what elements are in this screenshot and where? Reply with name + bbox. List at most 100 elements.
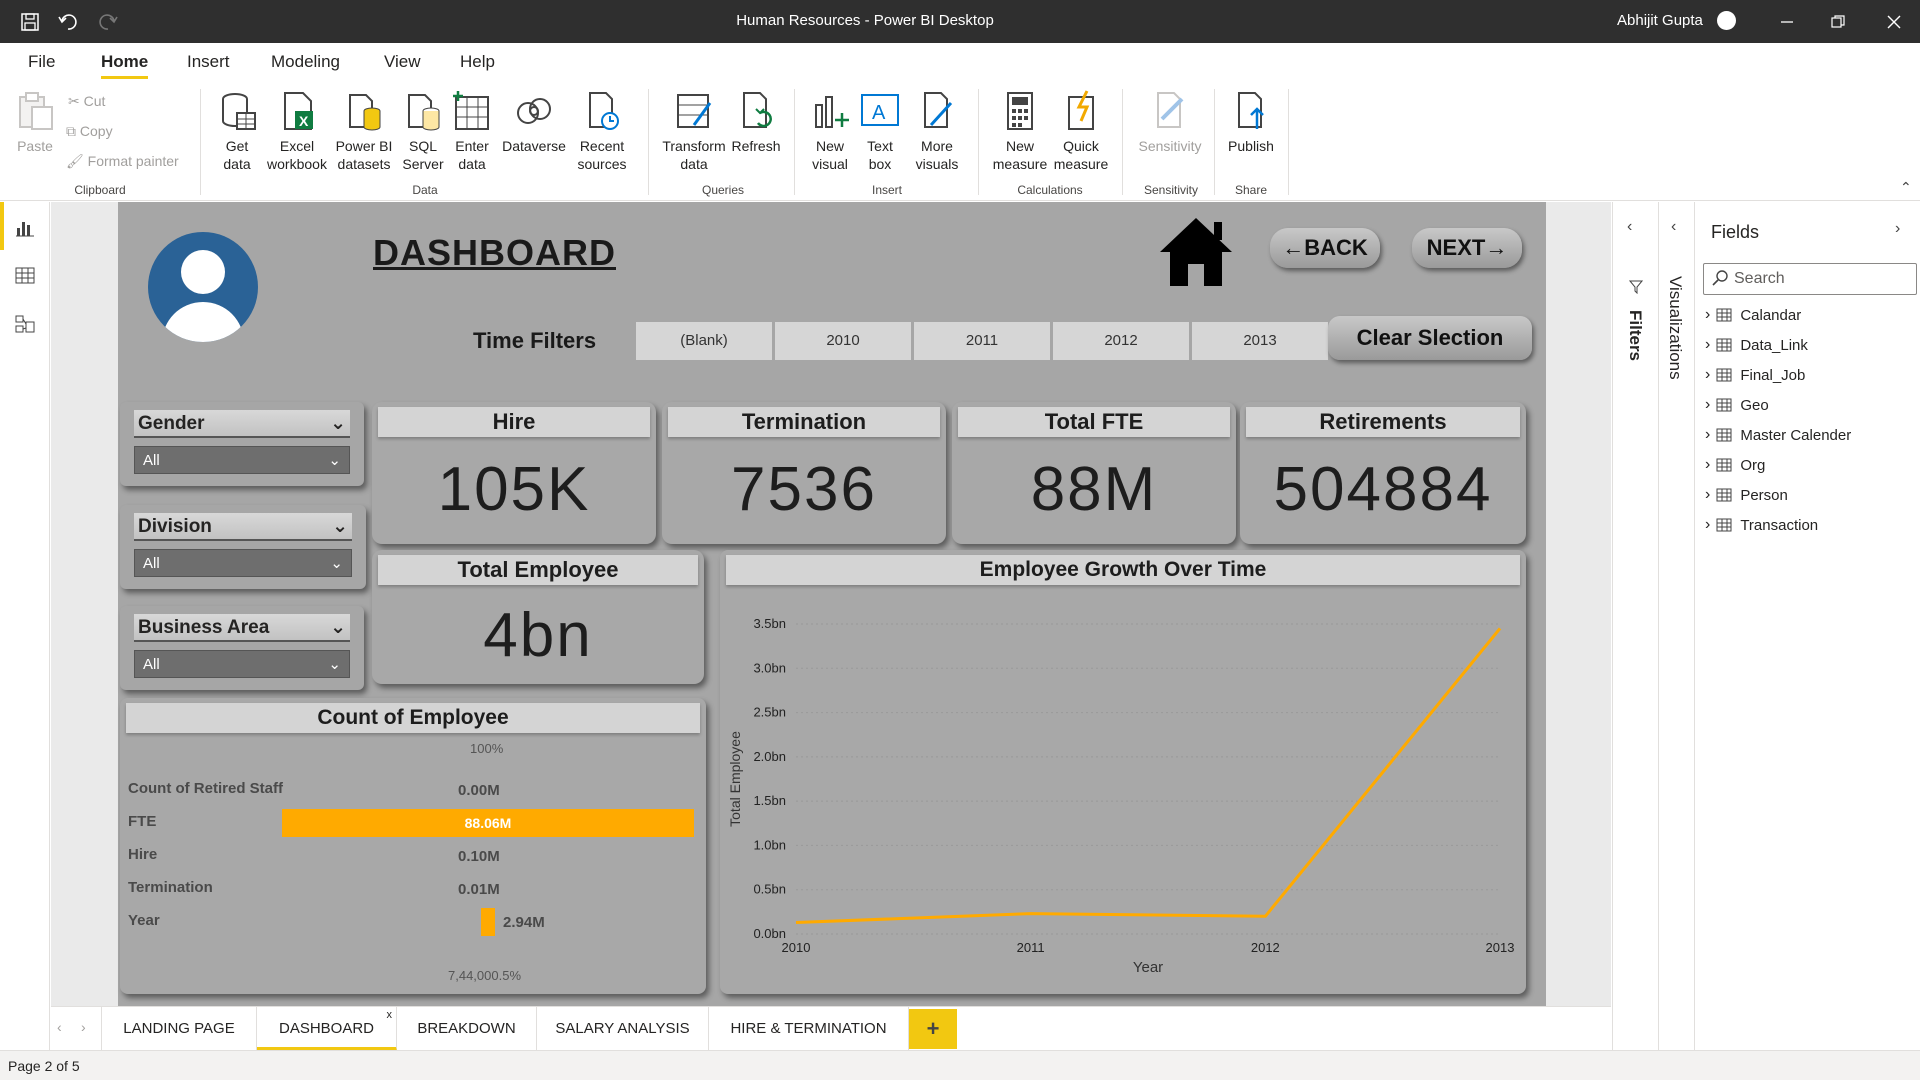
field-table-label: Org <box>1740 456 1766 474</box>
business-area-slicer-header[interactable]: Business Area ⌄ <box>134 614 350 642</box>
field-table-item[interactable]: › Final_Job <box>1705 366 1805 384</box>
dataverse-button[interactable]: Dataverse <box>497 89 571 155</box>
field-table-item[interactable]: › Person <box>1705 486 1788 504</box>
sql-server-button[interactable]: SQL Server <box>398 89 448 173</box>
menu-help[interactable]: Help <box>460 52 495 72</box>
close-icon[interactable] <box>1882 10 1906 34</box>
minimize-icon[interactable] <box>1775 10 1799 34</box>
time-filter-2010[interactable]: 2010 <box>775 322 911 360</box>
home-icon[interactable] <box>1158 216 1234 293</box>
publish-button[interactable]: Publish <box>1222 89 1280 155</box>
field-table-item[interactable]: › Data_Link <box>1705 336 1808 354</box>
field-table-item[interactable]: › Calandar <box>1705 306 1801 324</box>
y-tick-label: 0.5bn <box>753 882 786 897</box>
tab-scroll-left-icon[interactable]: ‹ <box>57 1019 62 1035</box>
user-name[interactable]: Abhijit Gupta <box>1617 12 1703 29</box>
quick-measure-button[interactable]: Quick measure <box>1050 89 1112 173</box>
model-view-icon[interactable] <box>15 314 35 339</box>
business-area-dropdown[interactable]: All ⌄ <box>134 650 350 678</box>
bar-mark[interactable] <box>481 908 495 936</box>
menu-insert[interactable]: Insert <box>187 52 230 72</box>
collapse-visualizations-icon[interactable]: ‹ <box>1671 218 1676 236</box>
visualizations-pane-title[interactable]: Visualizations <box>1665 276 1685 380</box>
more-visuals-button[interactable]: More visuals <box>904 89 970 173</box>
chevron-right-icon[interactable]: › <box>1705 336 1710 354</box>
page-indicator: Page 2 of 5 <box>8 1058 80 1074</box>
new-visual-icon <box>815 96 849 128</box>
time-filter-2012[interactable]: 2012 <box>1053 322 1189 360</box>
division-slicer-header[interactable]: Division ⌄ <box>134 513 352 541</box>
division-dropdown[interactable]: All ⌄ <box>134 549 352 577</box>
text-box-button[interactable]: A Text box <box>856 89 904 173</box>
transform-data-button[interactable]: Transform data <box>658 89 730 173</box>
group-calculations-label: Calculations <box>1017 183 1083 197</box>
powerbi-datasets-button[interactable]: Power BI datasets <box>331 89 397 173</box>
publish-label: Publish <box>1228 138 1274 154</box>
collapse-ribbon-icon[interactable]: ⌃ <box>1900 179 1912 196</box>
menu-view[interactable]: View <box>384 52 421 72</box>
tab-close-icon[interactable]: x <box>387 993 393 1037</box>
tab-landing-page[interactable]: LANDING PAGE <box>101 1007 257 1051</box>
back-button[interactable]: ←BACK <box>1270 228 1380 268</box>
status-bar: Page 2 of 5 <box>0 1050 1920 1080</box>
add-page-button[interactable]: + <box>909 1009 957 1049</box>
menu-modeling[interactable]: Modeling <box>271 52 340 72</box>
tab-hire-termination[interactable]: HIRE & TERMINATION <box>709 1007 909 1051</box>
new-measure-button[interactable]: New measure <box>990 89 1050 173</box>
chevron-right-icon[interactable]: › <box>1705 396 1710 414</box>
field-table-item[interactable]: › Master Calender <box>1705 426 1851 444</box>
excel-workbook-button[interactable]: X Excel workbook <box>262 89 332 173</box>
time-filter-2011[interactable]: 2011 <box>914 322 1050 360</box>
refresh-button[interactable]: Refresh <box>730 89 782 155</box>
filters-pane-title[interactable]: Filters <box>1625 310 1645 361</box>
kpi-retirements-title: Retirements <box>1246 407 1520 437</box>
recent-sources-button[interactable]: Recent sources <box>566 89 638 173</box>
x-axis-label: Year <box>1133 959 1163 976</box>
text-box-label: Text box <box>867 138 893 172</box>
next-button[interactable]: NEXT→ <box>1412 228 1522 268</box>
tab-dashboard[interactable]: DASHBOARD x <box>257 1007 397 1051</box>
x-tick-label: 2010 <box>782 940 811 955</box>
tab-scroll-right-icon[interactable]: › <box>81 1019 86 1035</box>
chevron-right-icon[interactable]: › <box>1705 306 1710 324</box>
enter-data-button[interactable]: Enter data <box>449 89 495 173</box>
chevron-right-icon[interactable]: › <box>1705 456 1710 474</box>
chevron-right-icon[interactable]: › <box>1705 516 1710 534</box>
count-top-percent: 100% <box>470 741 504 756</box>
table-icon <box>1716 308 1732 322</box>
field-table-label: Person <box>1740 486 1788 504</box>
quick-measure-icon <box>1068 90 1094 130</box>
field-table-item[interactable]: › Transaction <box>1705 516 1818 534</box>
menu-home[interactable]: Home <box>101 52 149 79</box>
gender-dropdown[interactable]: All ⌄ <box>134 446 350 474</box>
chevron-right-icon[interactable]: › <box>1705 486 1710 504</box>
report-view-icon[interactable] <box>15 218 35 243</box>
kpi-hire-value: 105K <box>437 455 591 524</box>
fields-search-input[interactable]: Search <box>1703 263 1917 295</box>
tab-salary-analysis[interactable]: SALARY ANALYSIS <box>537 1007 709 1051</box>
expand-fields-icon[interactable]: › <box>1895 220 1900 238</box>
new-visual-label: New visual <box>812 138 848 172</box>
clear-selection-button[interactable]: Clear Slection <box>1328 316 1532 360</box>
format-painter-label: Format painter <box>87 153 179 169</box>
new-visual-button[interactable]: New visual <box>806 89 854 173</box>
restore-icon[interactable] <box>1826 10 1850 34</box>
chevron-right-icon[interactable]: › <box>1705 426 1710 444</box>
y-tick-label: 0.0bn <box>753 926 786 941</box>
tab-breakdown[interactable]: BREAKDOWN <box>397 1007 537 1051</box>
time-filter-2013[interactable]: 2013 <box>1192 322 1328 360</box>
collapse-filters-icon[interactable]: ‹ <box>1627 218 1632 236</box>
field-table-item[interactable]: › Org <box>1705 456 1765 474</box>
chevron-right-icon[interactable]: › <box>1705 366 1710 384</box>
search-icon <box>1712 270 1728 291</box>
get-data-button[interactable]: Get data <box>212 89 262 173</box>
field-table-item[interactable]: › Geo <box>1705 396 1769 414</box>
time-filter-blank[interactable]: (Blank) <box>636 322 772 360</box>
data-view-icon[interactable] <box>15 266 35 291</box>
avatar[interactable] <box>1717 11 1736 30</box>
group-queries-label: Queries <box>701 183 745 197</box>
gender-slicer-header[interactable]: Gender ⌄ <box>134 410 350 438</box>
tab-dashboard-label: DASHBOARD <box>278 1020 375 1037</box>
menu-file[interactable]: File <box>28 52 55 72</box>
division-slicer-title: Division <box>138 516 212 537</box>
